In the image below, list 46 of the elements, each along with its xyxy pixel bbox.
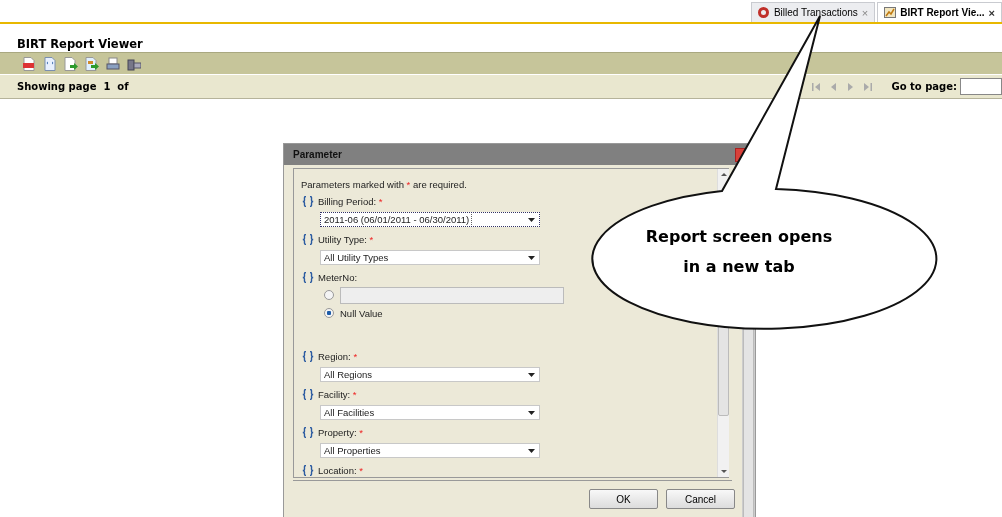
- brace-icon: [302, 464, 314, 476]
- browser-tab[interactable]: Billed Transactions ×: [750, 2, 876, 22]
- close-icon[interactable]: ×: [988, 6, 995, 19]
- dialog-button[interactable]: OK: [589, 489, 658, 509]
- first-page-icon[interactable]: [811, 80, 823, 93]
- radio-button[interactable]: [324, 308, 334, 318]
- parameter-label: MeterNo:: [318, 271, 358, 283]
- export-icon[interactable]: [64, 56, 78, 71]
- brace-icon: [302, 350, 314, 362]
- browser-tab[interactable]: BIRT Report Vie... ×: [877, 2, 1002, 22]
- print-icon[interactable]: [106, 56, 120, 71]
- dropdown-arrow-icon: [528, 255, 535, 260]
- parameter-label: Location: *: [318, 464, 363, 476]
- page-status: Showing page 1 of: [17, 81, 129, 92]
- brace-icon: [302, 426, 314, 438]
- radio-button[interactable]: [324, 290, 334, 300]
- radio-label: Null Value: [340, 307, 383, 319]
- dropdown[interactable]: All Utility Types: [320, 250, 540, 265]
- print-server-icon[interactable]: [127, 56, 141, 71]
- brace-icon: [302, 271, 314, 283]
- dialog-button[interactable]: Cancel: [666, 489, 735, 509]
- callout-text: Report screen opens in a new tab: [644, 226, 834, 278]
- last-page-icon[interactable]: [862, 80, 874, 93]
- parameter-label: Region: *: [318, 350, 358, 362]
- dropdown[interactable]: All Regions: [320, 367, 540, 382]
- input-field[interactable]: [340, 286, 564, 304]
- viewer-title: BIRT Report Viewer: [16, 36, 144, 52]
- dropdown[interactable]: All Facilities: [320, 405, 540, 420]
- parameter-label: Facility: *: [318, 388, 357, 400]
- parameter-label: Property: *: [318, 426, 363, 438]
- dropdown[interactable]: 2011-06 (06/01/2011 - 06/30/2011): [320, 212, 540, 227]
- parameter-label: Utility Type: *: [318, 233, 374, 245]
- goto-label: Go to page:: [891, 81, 957, 92]
- dropdown[interactable]: All Properties: [320, 443, 540, 458]
- dropdown-arrow-icon: [528, 448, 535, 453]
- required-note: Parameters marked with * are required.: [301, 178, 468, 192]
- parameter-label: Billing Period: *: [318, 195, 383, 207]
- brace-icon: [302, 233, 314, 245]
- dropdown-arrow-icon: [528, 217, 535, 222]
- brace-icon: [302, 195, 314, 207]
- dropdown-arrow-icon: [528, 372, 535, 377]
- chart-icon: [884, 7, 897, 18]
- brace-icon: [302, 388, 314, 400]
- page-number-field[interactable]: [960, 78, 1002, 95]
- export-report-icon[interactable]: [85, 56, 99, 71]
- dropdown-arrow-icon: [528, 410, 535, 415]
